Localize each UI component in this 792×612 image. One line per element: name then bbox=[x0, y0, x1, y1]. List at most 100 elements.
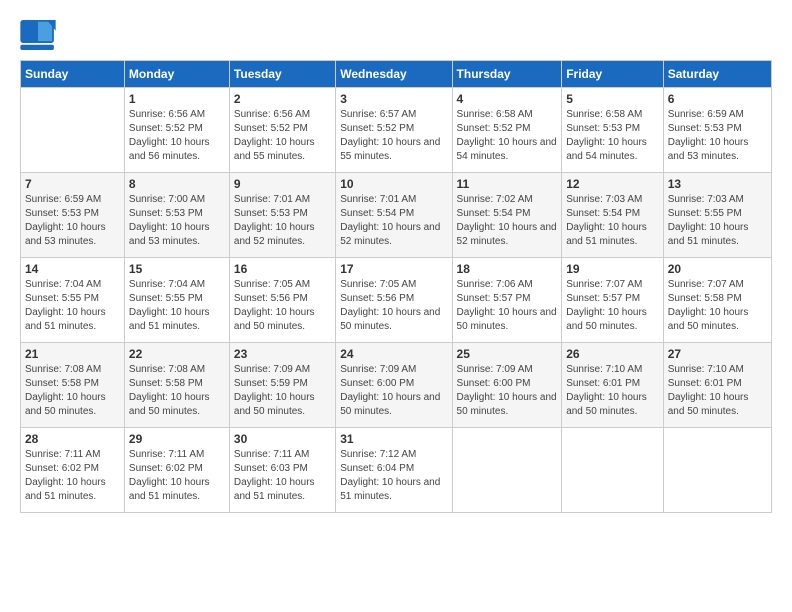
calendar-cell: 30 Sunrise: 7:11 AMSunset: 6:03 PMDaylig… bbox=[229, 428, 335, 513]
calendar-week-row: 7 Sunrise: 6:59 AMSunset: 5:53 PMDayligh… bbox=[21, 173, 772, 258]
day-number: 7 bbox=[25, 177, 120, 191]
day-number: 16 bbox=[234, 262, 331, 276]
day-info: Sunrise: 7:07 AMSunset: 5:57 PMDaylight:… bbox=[566, 278, 659, 334]
day-info: Sunrise: 7:06 AMSunset: 5:57 PMDaylight:… bbox=[457, 278, 558, 334]
day-number: 9 bbox=[234, 177, 331, 191]
day-info: Sunrise: 7:05 AMSunset: 5:56 PMDaylight:… bbox=[234, 278, 331, 334]
day-number: 17 bbox=[340, 262, 447, 276]
calendar-cell: 23 Sunrise: 7:09 AMSunset: 5:59 PMDaylig… bbox=[229, 343, 335, 428]
calendar-cell: 6 Sunrise: 6:59 AMSunset: 5:53 PMDayligh… bbox=[663, 88, 771, 173]
day-number: 30 bbox=[234, 432, 331, 446]
day-info: Sunrise: 7:07 AMSunset: 5:58 PMDaylight:… bbox=[668, 278, 767, 334]
day-number: 21 bbox=[25, 347, 120, 361]
day-info: Sunrise: 6:59 AMSunset: 5:53 PMDaylight:… bbox=[25, 193, 120, 249]
calendar-cell: 20 Sunrise: 7:07 AMSunset: 5:58 PMDaylig… bbox=[663, 258, 771, 343]
day-number: 24 bbox=[340, 347, 447, 361]
calendar-cell: 5 Sunrise: 6:58 AMSunset: 5:53 PMDayligh… bbox=[562, 88, 664, 173]
calendar-cell: 10 Sunrise: 7:01 AMSunset: 5:54 PMDaylig… bbox=[336, 173, 452, 258]
calendar-cell: 14 Sunrise: 7:04 AMSunset: 5:55 PMDaylig… bbox=[21, 258, 125, 343]
day-info: Sunrise: 6:57 AMSunset: 5:52 PMDaylight:… bbox=[340, 108, 447, 164]
day-number: 31 bbox=[340, 432, 447, 446]
calendar-week-row: 1 Sunrise: 6:56 AMSunset: 5:52 PMDayligh… bbox=[21, 88, 772, 173]
day-number: 28 bbox=[25, 432, 120, 446]
day-info: Sunrise: 7:09 AMSunset: 6:00 PMDaylight:… bbox=[457, 363, 558, 419]
day-number: 26 bbox=[566, 347, 659, 361]
day-info: Sunrise: 6:58 AMSunset: 5:52 PMDaylight:… bbox=[457, 108, 558, 164]
calendar-cell: 22 Sunrise: 7:08 AMSunset: 5:58 PMDaylig… bbox=[124, 343, 229, 428]
calendar-cell bbox=[452, 428, 562, 513]
calendar-week-row: 14 Sunrise: 7:04 AMSunset: 5:55 PMDaylig… bbox=[21, 258, 772, 343]
logo-icon bbox=[20, 20, 56, 50]
calendar-cell: 31 Sunrise: 7:12 AMSunset: 6:04 PMDaylig… bbox=[336, 428, 452, 513]
day-info: Sunrise: 6:56 AMSunset: 5:52 PMDaylight:… bbox=[234, 108, 331, 164]
calendar-cell bbox=[663, 428, 771, 513]
calendar-cell: 9 Sunrise: 7:01 AMSunset: 5:53 PMDayligh… bbox=[229, 173, 335, 258]
day-info: Sunrise: 7:10 AMSunset: 6:01 PMDaylight:… bbox=[566, 363, 659, 419]
day-info: Sunrise: 6:58 AMSunset: 5:53 PMDaylight:… bbox=[566, 108, 659, 164]
calendar-cell: 26 Sunrise: 7:10 AMSunset: 6:01 PMDaylig… bbox=[562, 343, 664, 428]
calendar-cell: 11 Sunrise: 7:02 AMSunset: 5:54 PMDaylig… bbox=[452, 173, 562, 258]
calendar-cell: 18 Sunrise: 7:06 AMSunset: 5:57 PMDaylig… bbox=[452, 258, 562, 343]
day-info: Sunrise: 7:12 AMSunset: 6:04 PMDaylight:… bbox=[340, 448, 447, 504]
header-day-monday: Monday bbox=[124, 61, 229, 88]
header-day-wednesday: Wednesday bbox=[336, 61, 452, 88]
header-day-thursday: Thursday bbox=[452, 61, 562, 88]
header-day-tuesday: Tuesday bbox=[229, 61, 335, 88]
calendar-cell: 27 Sunrise: 7:10 AMSunset: 6:01 PMDaylig… bbox=[663, 343, 771, 428]
day-info: Sunrise: 7:02 AMSunset: 5:54 PMDaylight:… bbox=[457, 193, 558, 249]
day-number: 1 bbox=[129, 92, 225, 106]
day-info: Sunrise: 7:03 AMSunset: 5:55 PMDaylight:… bbox=[668, 193, 767, 249]
day-info: Sunrise: 6:56 AMSunset: 5:52 PMDaylight:… bbox=[129, 108, 225, 164]
header-day-friday: Friday bbox=[562, 61, 664, 88]
day-info: Sunrise: 7:10 AMSunset: 6:01 PMDaylight:… bbox=[668, 363, 767, 419]
calendar-cell: 19 Sunrise: 7:07 AMSunset: 5:57 PMDaylig… bbox=[562, 258, 664, 343]
calendar-cell: 21 Sunrise: 7:08 AMSunset: 5:58 PMDaylig… bbox=[21, 343, 125, 428]
logo bbox=[20, 20, 58, 50]
calendar-cell: 17 Sunrise: 7:05 AMSunset: 5:56 PMDaylig… bbox=[336, 258, 452, 343]
day-info: Sunrise: 7:01 AMSunset: 5:53 PMDaylight:… bbox=[234, 193, 331, 249]
header-day-saturday: Saturday bbox=[663, 61, 771, 88]
day-number: 11 bbox=[457, 177, 558, 191]
day-number: 8 bbox=[129, 177, 225, 191]
day-number: 14 bbox=[25, 262, 120, 276]
calendar-cell: 15 Sunrise: 7:04 AMSunset: 5:55 PMDaylig… bbox=[124, 258, 229, 343]
day-number: 22 bbox=[129, 347, 225, 361]
day-number: 15 bbox=[129, 262, 225, 276]
day-number: 4 bbox=[457, 92, 558, 106]
calendar-cell: 28 Sunrise: 7:11 AMSunset: 6:02 PMDaylig… bbox=[21, 428, 125, 513]
calendar-cell bbox=[21, 88, 125, 173]
calendar-cell: 4 Sunrise: 6:58 AMSunset: 5:52 PMDayligh… bbox=[452, 88, 562, 173]
calendar-week-row: 28 Sunrise: 7:11 AMSunset: 6:02 PMDaylig… bbox=[21, 428, 772, 513]
calendar-cell: 16 Sunrise: 7:05 AMSunset: 5:56 PMDaylig… bbox=[229, 258, 335, 343]
calendar-cell bbox=[562, 428, 664, 513]
day-number: 6 bbox=[668, 92, 767, 106]
calendar-cell: 25 Sunrise: 7:09 AMSunset: 6:00 PMDaylig… bbox=[452, 343, 562, 428]
day-info: Sunrise: 7:09 AMSunset: 5:59 PMDaylight:… bbox=[234, 363, 331, 419]
calendar-cell: 7 Sunrise: 6:59 AMSunset: 5:53 PMDayligh… bbox=[21, 173, 125, 258]
calendar-cell: 2 Sunrise: 6:56 AMSunset: 5:52 PMDayligh… bbox=[229, 88, 335, 173]
day-number: 19 bbox=[566, 262, 659, 276]
calendar-cell: 3 Sunrise: 6:57 AMSunset: 5:52 PMDayligh… bbox=[336, 88, 452, 173]
day-info: Sunrise: 7:01 AMSunset: 5:54 PMDaylight:… bbox=[340, 193, 447, 249]
calendar-cell: 1 Sunrise: 6:56 AMSunset: 5:52 PMDayligh… bbox=[124, 88, 229, 173]
day-info: Sunrise: 7:00 AMSunset: 5:53 PMDaylight:… bbox=[129, 193, 225, 249]
calendar-cell: 8 Sunrise: 7:00 AMSunset: 5:53 PMDayligh… bbox=[124, 173, 229, 258]
calendar-cell: 29 Sunrise: 7:11 AMSunset: 6:02 PMDaylig… bbox=[124, 428, 229, 513]
day-number: 3 bbox=[340, 92, 447, 106]
day-number: 10 bbox=[340, 177, 447, 191]
day-number: 25 bbox=[457, 347, 558, 361]
day-number: 2 bbox=[234, 92, 331, 106]
day-number: 18 bbox=[457, 262, 558, 276]
day-number: 13 bbox=[668, 177, 767, 191]
calendar-cell: 24 Sunrise: 7:09 AMSunset: 6:00 PMDaylig… bbox=[336, 343, 452, 428]
day-info: Sunrise: 7:08 AMSunset: 5:58 PMDaylight:… bbox=[129, 363, 225, 419]
day-number: 12 bbox=[566, 177, 659, 191]
day-info: Sunrise: 6:59 AMSunset: 5:53 PMDaylight:… bbox=[668, 108, 767, 164]
day-number: 27 bbox=[668, 347, 767, 361]
calendar-cell: 13 Sunrise: 7:03 AMSunset: 5:55 PMDaylig… bbox=[663, 173, 771, 258]
day-info: Sunrise: 7:03 AMSunset: 5:54 PMDaylight:… bbox=[566, 193, 659, 249]
calendar-week-row: 21 Sunrise: 7:08 AMSunset: 5:58 PMDaylig… bbox=[21, 343, 772, 428]
day-info: Sunrise: 7:08 AMSunset: 5:58 PMDaylight:… bbox=[25, 363, 120, 419]
day-info: Sunrise: 7:04 AMSunset: 5:55 PMDaylight:… bbox=[129, 278, 225, 334]
day-number: 5 bbox=[566, 92, 659, 106]
